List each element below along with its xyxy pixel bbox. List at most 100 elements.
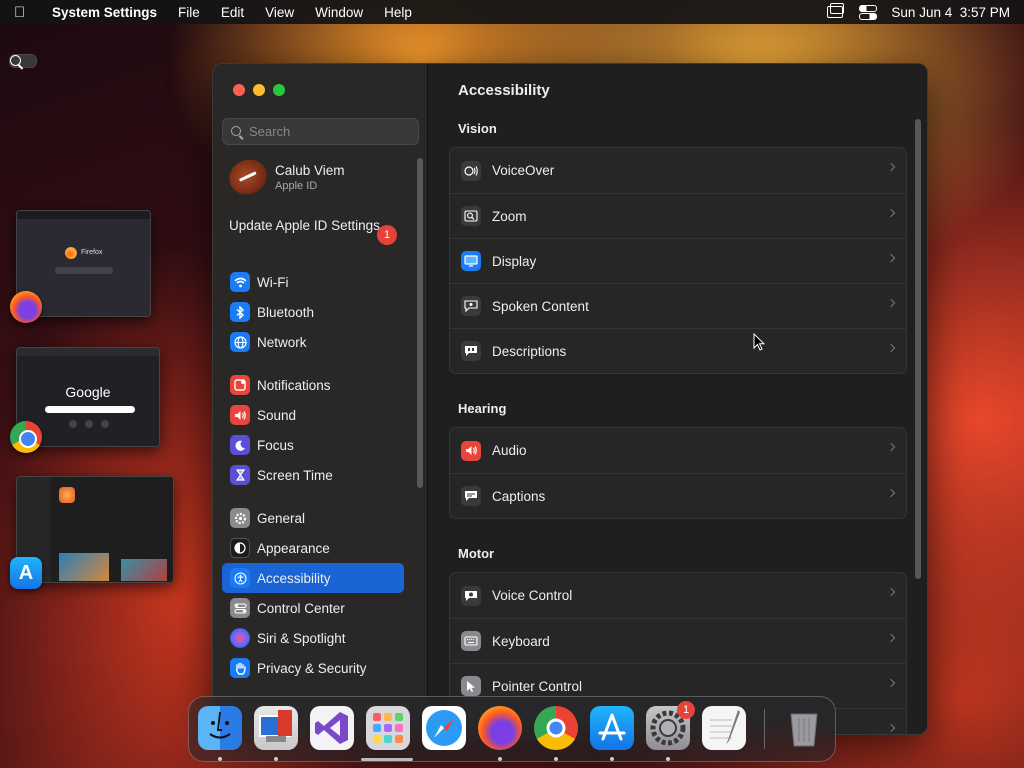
- row-label: Audio: [492, 443, 527, 458]
- sidebar-item-label: Wi-Fi: [257, 274, 289, 290]
- spotlight-search-icon[interactable]: [9, 54, 37, 68]
- finder-icon[interactable]: [198, 706, 242, 750]
- row-audio[interactable]: Audio: [450, 428, 906, 473]
- safari-icon[interactable]: [422, 706, 466, 750]
- row-keyboard[interactable]: Keyboard: [450, 618, 906, 663]
- sidebar-item-label: Network: [257, 334, 307, 350]
- pointer-icon: [461, 676, 481, 696]
- menu-help[interactable]: Help: [384, 5, 412, 20]
- sidebar-scrollbar[interactable]: [417, 158, 423, 488]
- sidebar-item-label: Appearance: [257, 540, 330, 556]
- zoom-icon: [461, 206, 481, 226]
- sidebar-item-bluetooth[interactable]: Bluetooth: [222, 297, 404, 327]
- sidebar-item-label: Notifications: [257, 377, 331, 393]
- apple-menu-icon[interactable]: : [14, 4, 38, 21]
- profile-subtitle: Apple ID: [275, 179, 318, 192]
- chrome-icon[interactable]: [534, 706, 578, 750]
- sidebar-item-label: Screen Time: [257, 467, 333, 483]
- content-scrollbar[interactable]: [915, 119, 921, 579]
- sidebar-group-general: General Appearance Accessibility Control…: [222, 503, 404, 683]
- bluetooth-icon: [230, 302, 250, 322]
- chevron-right-icon: [886, 253, 896, 263]
- textedit-icon[interactable]: [702, 706, 746, 750]
- row-label: Keyboard: [492, 633, 550, 649]
- accessibility-icon: [230, 568, 250, 588]
- menu-clock[interactable]: Sun Jun 4 3:57 PM: [891, 5, 1010, 20]
- sidebar-group-network: Wi-Fi Bluetooth Network: [222, 267, 404, 357]
- hearing-card: Audio Captions: [449, 427, 907, 519]
- sidebar-item-sound[interactable]: Sound: [222, 400, 404, 430]
- row-label: VoiceOver: [492, 163, 555, 178]
- spoken-content-icon: [461, 296, 481, 316]
- row-label: Zoom: [492, 208, 527, 224]
- apple-id-profile[interactable]: Calub Viem Apple ID: [223, 153, 345, 201]
- chevron-right-icon: [886, 678, 896, 688]
- menu-edit[interactable]: Edit: [221, 5, 244, 20]
- google-thumbnail-title: Google: [65, 384, 111, 400]
- sidebar-item-accessibility[interactable]: Accessibility: [222, 563, 404, 593]
- menu-view[interactable]: View: [265, 5, 294, 20]
- sidebar-item-privacy-security[interactable]: Privacy & Security: [222, 653, 404, 683]
- row-label: Pointer Control: [492, 678, 583, 694]
- system-settings-window: Calub Viem Apple ID Update Apple ID Sett…: [212, 63, 928, 735]
- moon-icon: [230, 435, 250, 455]
- sidebar-item-screen-time[interactable]: Screen Time: [222, 460, 404, 490]
- section-title-vision: Vision: [458, 121, 497, 136]
- settings-dock-badge: 1: [677, 701, 695, 719]
- sidebar-item-wifi[interactable]: Wi-Fi: [222, 267, 404, 297]
- menu-window[interactable]: Window: [315, 5, 363, 20]
- row-voiceover[interactable]: VoiceOver: [450, 148, 906, 193]
- sidebar-item-siri-spotlight[interactable]: Siri & Spotlight: [222, 623, 404, 653]
- sidebar-item-notifications[interactable]: Notifications: [222, 370, 404, 400]
- row-descriptions[interactable]: Descriptions: [450, 328, 906, 373]
- search-field[interactable]: [222, 118, 419, 145]
- sidebar-item-network[interactable]: Network: [222, 327, 404, 357]
- stage-manager-icon[interactable]: [827, 3, 845, 18]
- chevron-right-icon: [886, 633, 896, 643]
- sidebar-item-control-center[interactable]: Control Center: [222, 593, 404, 623]
- trash-icon[interactable]: [782, 706, 826, 750]
- search-input[interactable]: [249, 124, 409, 139]
- sidebar-group-notifications: Notifications Sound Focus Screen Time: [222, 370, 404, 490]
- hand-icon: [230, 658, 250, 678]
- stage-firefox-icon[interactable]: [10, 291, 42, 323]
- chevron-right-icon: [886, 343, 896, 353]
- app-store-icon[interactable]: [590, 706, 634, 750]
- remote-desktop-icon[interactable]: [254, 706, 298, 750]
- chevron-right-icon: [886, 442, 896, 452]
- voice-control-icon: [461, 585, 481, 606]
- speaker-icon: [230, 405, 250, 425]
- row-spoken-content[interactable]: Spoken Content: [450, 283, 906, 328]
- sidebar-item-general[interactable]: General: [222, 503, 404, 533]
- minimize-button[interactable]: [253, 84, 265, 96]
- stage-app-store-icon[interactable]: A: [10, 557, 42, 589]
- chevron-right-icon: [886, 723, 896, 733]
- row-captions[interactable]: Captions: [450, 473, 906, 518]
- sidebar-item-appearance[interactable]: Appearance: [222, 533, 404, 563]
- window-controls: [233, 84, 285, 96]
- profile-name: Calub Viem: [275, 162, 345, 178]
- firefox-icon[interactable]: [478, 706, 522, 750]
- visual-studio-icon[interactable]: [310, 706, 354, 750]
- menu-file[interactable]: File: [178, 5, 200, 20]
- row-display[interactable]: Display: [450, 238, 906, 283]
- avatar: [223, 153, 273, 201]
- launchpad-icon[interactable]: [366, 706, 410, 750]
- zoom-button[interactable]: [273, 84, 285, 96]
- close-button[interactable]: [233, 84, 245, 96]
- stage-chrome-icon[interactable]: [10, 421, 42, 453]
- hourglass-icon: [230, 465, 250, 485]
- sidebar-item-label: Bluetooth: [257, 304, 315, 320]
- row-label: Display: [492, 253, 537, 269]
- gear-icon: [230, 508, 250, 528]
- control-center-icon: [230, 598, 250, 618]
- page-title: Accessibility: [458, 82, 550, 99]
- row-zoom[interactable]: Zoom: [450, 193, 906, 238]
- control-center-menu-icon[interactable]: [859, 5, 878, 20]
- row-voice-control[interactable]: Voice Control: [450, 573, 906, 618]
- menu-app-name[interactable]: System Settings: [52, 5, 157, 20]
- row-label: Spoken Content: [492, 298, 589, 314]
- descriptions-icon: [461, 341, 481, 361]
- sidebar-item-focus[interactable]: Focus: [222, 430, 404, 460]
- section-title-hearing: Hearing: [458, 401, 507, 416]
